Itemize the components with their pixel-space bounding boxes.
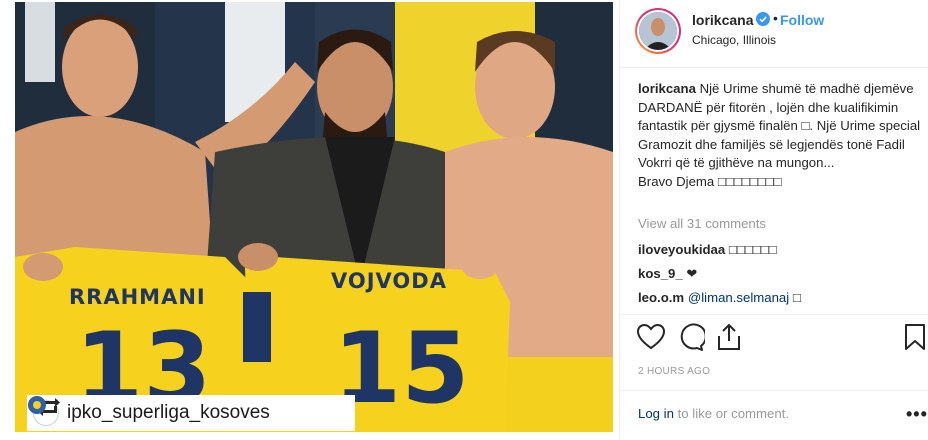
repost-handle: ipko_superliga_kosoves — [67, 402, 270, 423]
comment-item: iloveyoukidaa □□□□□□ — [638, 242, 777, 257]
view-all-comments-link[interactable]: View all 31 comments — [638, 216, 766, 231]
post-caption: lorikcana Një Urime shumë të madhë djemë… — [638, 80, 922, 191]
heart-icon[interactable] — [636, 322, 666, 352]
post-photo[interactable]: RRAHMANI 13 VOJVODA 15 ipko_superliga_ko… — [15, 2, 613, 432]
comment-item: kos_9_ ❤ — [638, 266, 697, 282]
comment-text: ❤ — [682, 266, 698, 281]
bookmark-icon[interactable] — [900, 322, 928, 352]
jersey-name-left: RRAHMANI — [69, 285, 206, 309]
comment-item: leo.o.m @liman.selmanaj □ — [638, 290, 801, 305]
comment-mention[interactable]: @liman.selmanaj — [688, 290, 789, 305]
caption-last-line: Bravo Djema □□□□□□□□ — [638, 173, 782, 189]
divider — [620, 390, 928, 391]
post-header: lorikcana • Follow Chicago, Illinois — [620, 0, 928, 68]
post-username[interactable]: lorikcana — [692, 12, 753, 28]
repost-banner: ipko_superliga_kosoves — [27, 395, 355, 431]
follow-button[interactable]: Follow — [780, 12, 824, 28]
post-location[interactable]: Chicago, Illinois — [692, 33, 776, 47]
more-options-icon[interactable]: ••• — [906, 404, 928, 425]
instagram-post: RRAHMANI 13 VOJVODA 15 ipko_superliga_ko… — [0, 0, 928, 440]
caption-username[interactable]: lorikcana — [638, 81, 696, 96]
separator: • — [773, 10, 778, 26]
comment-username[interactable]: leo.o.m — [638, 290, 684, 305]
divider — [620, 314, 928, 315]
comment-icon[interactable] — [675, 322, 705, 352]
comment-text: □ — [789, 290, 801, 305]
comment-username[interactable]: iloveyoukidaa — [638, 242, 725, 257]
login-text: to like or comment. — [673, 406, 789, 421]
avatar[interactable] — [635, 8, 681, 54]
avatar-image — [639, 12, 677, 50]
comment-text: □□□□□□ — [725, 242, 777, 257]
login-prompt: Log in to like or comment. — [638, 406, 789, 421]
post-timestamp: 2 HOURS AGO — [638, 366, 711, 377]
share-icon[interactable] — [714, 322, 744, 352]
post-sidebar: lorikcana • Follow Chicago, Illinois lor… — [619, 0, 928, 440]
comment-username[interactable]: kos_9_ — [638, 266, 683, 281]
jersey-name-right: VOJVODA — [331, 269, 447, 293]
login-link[interactable]: Log in — [638, 406, 674, 421]
verified-badge-icon — [756, 12, 770, 26]
